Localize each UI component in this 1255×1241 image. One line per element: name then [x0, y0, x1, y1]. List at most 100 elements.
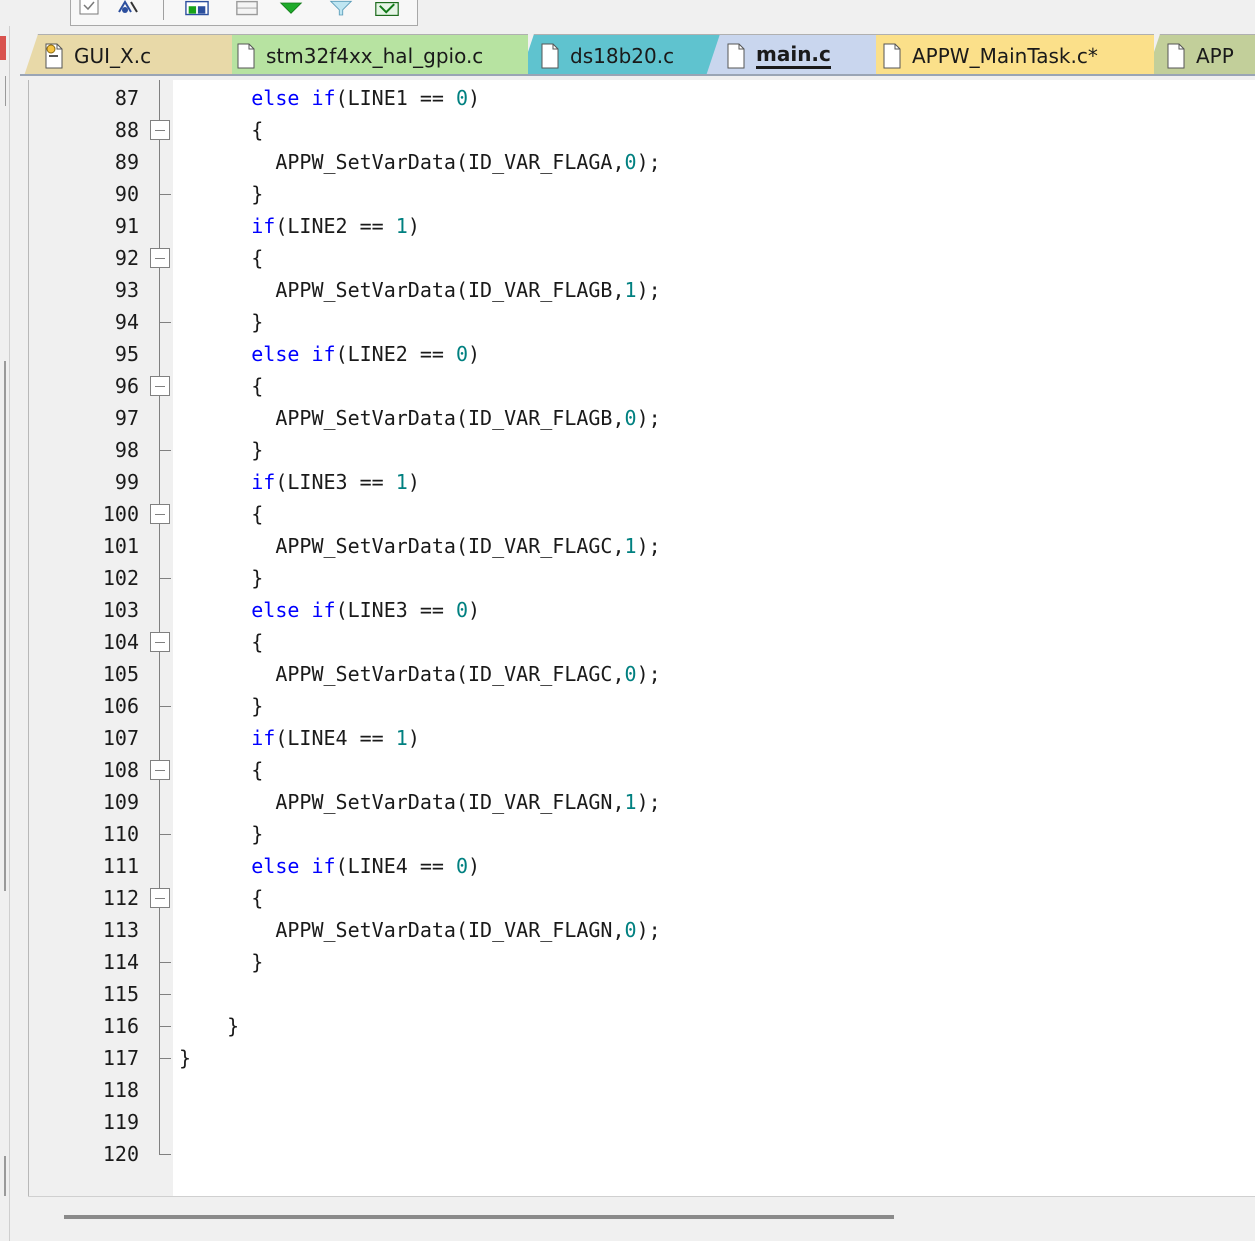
code-token: APPW_SetVarData(ID_VAR_FLAGA,: [179, 150, 625, 174]
line-number: 87: [114, 86, 139, 110]
panel-scrollbar[interactable]: [0, 361, 6, 891]
window-icon[interactable]: [185, 0, 209, 18]
tab-1[interactable]: GUI_X.c: [24, 34, 232, 74]
horizontal-scrollbar[interactable]: [28, 1196, 1255, 1241]
code-token: }: [179, 566, 264, 590]
code-line[interactable]: 115: [29, 978, 1255, 1010]
tab-3[interactable]: ds18b20.c: [520, 34, 720, 74]
code-line[interactable]: 96 {: [29, 370, 1255, 402]
collapse-icon[interactable]: [150, 120, 170, 140]
line-number: 96: [114, 374, 139, 398]
line-number: 111: [102, 854, 139, 878]
collapse-icon[interactable]: [150, 504, 170, 524]
filter-icon[interactable]: [329, 0, 353, 18]
code-line[interactable]: 89 APPW_SetVarData(ID_VAR_FLAGA,0);: [29, 146, 1255, 178]
code-text: }: [179, 562, 263, 594]
green-diamond-icon[interactable]: [279, 0, 303, 18]
toolbar-panel: [70, 0, 418, 26]
image-check-icon[interactable]: [375, 0, 399, 18]
debug-icon[interactable]: [115, 0, 139, 18]
number-token: 0: [455, 598, 469, 622]
keyword-token: if: [311, 854, 336, 878]
tab-6[interactable]: APP: [1146, 34, 1255, 74]
number-token: 0: [455, 342, 469, 366]
code-line[interactable]: 92 {: [29, 242, 1255, 274]
checkbox-icon[interactable]: [77, 0, 101, 18]
number-token: 0: [624, 918, 637, 942]
line-number: 88: [114, 118, 139, 142]
code-text: {: [179, 242, 263, 274]
code-line[interactable]: 117}: [29, 1042, 1255, 1074]
code-text: else if(LINE3 == 0): [179, 594, 480, 626]
code-line[interactable]: 88 {: [29, 114, 1255, 146]
tab-label: APP: [1196, 43, 1234, 68]
code-line[interactable]: 104 {: [29, 626, 1255, 658]
collapse-icon[interactable]: [150, 248, 170, 268]
tab-label: ds18b20.c: [570, 43, 675, 68]
code-text: APPW_SetVarData(ID_VAR_FLAGC,0);: [179, 658, 660, 690]
collapse-icon[interactable]: [150, 376, 170, 396]
code-line[interactable]: 110 }: [29, 818, 1255, 850]
collapse-icon[interactable]: [150, 760, 170, 780]
code-line[interactable]: 103 else if(LINE3 == 0): [29, 594, 1255, 626]
code-token: APPW_SetVarData(ID_VAR_FLAGN,: [179, 790, 625, 814]
code-line[interactable]: 113 APPW_SetVarData(ID_VAR_FLAGN,0);: [29, 914, 1255, 946]
code-line[interactable]: 114 }: [29, 946, 1255, 978]
code-line[interactable]: 101 APPW_SetVarData(ID_VAR_FLAGC,1);: [29, 530, 1255, 562]
line-number: 119: [102, 1110, 139, 1134]
code-line[interactable]: 100 {: [29, 498, 1255, 530]
keyword-token: if: [251, 470, 276, 494]
code-line[interactable]: 94 }: [29, 306, 1255, 338]
code-line[interactable]: 102 }: [29, 562, 1255, 594]
code-line[interactable]: 107 if(LINE4 == 1): [29, 722, 1255, 754]
fold-end-marker: [150, 1052, 171, 1072]
code-token: );: [636, 150, 661, 174]
code-line[interactable]: 97 APPW_SetVarData(ID_VAR_FLAGB,0);: [29, 402, 1255, 434]
copy-window-icon[interactable]: [235, 0, 259, 18]
tab-5[interactable]: APPW_MainTask.c*: [862, 34, 1154, 74]
tab-2[interactable]: stm32f4xx_hal_gpio.c: [216, 34, 528, 74]
fold-end-marker: [150, 700, 171, 720]
horizontal-scroll-thumb[interactable]: [64, 1215, 894, 1219]
code-token: (LINE4 ==: [275, 726, 396, 750]
code-line[interactable]: 99 if(LINE3 == 1): [29, 466, 1255, 498]
code-token: (LINE1 ==: [335, 86, 456, 110]
code-line[interactable]: 108 {: [29, 754, 1255, 786]
line-number: 100: [102, 502, 139, 526]
code-line[interactable]: 119: [29, 1106, 1255, 1138]
code-editor[interactable]: 87 else if(LINE1 == 0) 88 {89 APPW_SetVar…: [28, 80, 1255, 1196]
code-line[interactable]: 109 APPW_SetVarData(ID_VAR_FLAGN,1);: [29, 786, 1255, 818]
number-token: 0: [624, 406, 637, 430]
code-line[interactable]: 91 if(LINE2 == 1): [29, 210, 1255, 242]
code-text: if(LINE3 == 1): [179, 466, 420, 498]
code-text: }: [179, 818, 263, 850]
code-token: {: [179, 758, 264, 782]
code-line[interactable]: 95 else if(LINE2 == 0): [29, 338, 1255, 370]
code-line[interactable]: 93 APPW_SetVarData(ID_VAR_FLAGB,1);: [29, 274, 1255, 306]
code-line[interactable]: 120: [29, 1138, 1255, 1170]
code-line[interactable]: 87 else if(LINE1 == 0): [29, 82, 1255, 114]
code-line[interactable]: 90 }: [29, 178, 1255, 210]
code-line[interactable]: 105 APPW_SetVarData(ID_VAR_FLAGC,0);: [29, 658, 1255, 690]
collapse-icon[interactable]: [150, 888, 170, 908]
code-line[interactable]: 112 {: [29, 882, 1255, 914]
code-line[interactable]: 106 }: [29, 690, 1255, 722]
line-number: 110: [102, 822, 139, 846]
code-line[interactable]: 116 }: [29, 1010, 1255, 1042]
fold-end-marker: [150, 188, 171, 208]
code-token: APPW_SetVarData(ID_VAR_FLAGN,: [179, 918, 625, 942]
collapse-icon[interactable]: [150, 632, 170, 652]
code-token: APPW_SetVarData(ID_VAR_FLAGB,: [179, 278, 625, 302]
code-line[interactable]: 111 else if(LINE4 == 0): [29, 850, 1255, 882]
code-line[interactable]: 98 }: [29, 434, 1255, 466]
code-token: ): [468, 598, 481, 622]
code-text: APPW_SetVarData(ID_VAR_FLAGA,0);: [179, 146, 661, 178]
code-text: }: [179, 1042, 191, 1074]
code-text: {: [179, 882, 263, 914]
code-line[interactable]: 118: [29, 1074, 1255, 1106]
line-number: 93: [114, 278, 139, 302]
line-number: 94: [114, 310, 139, 334]
tab-4[interactable]: main.c: [706, 34, 876, 74]
